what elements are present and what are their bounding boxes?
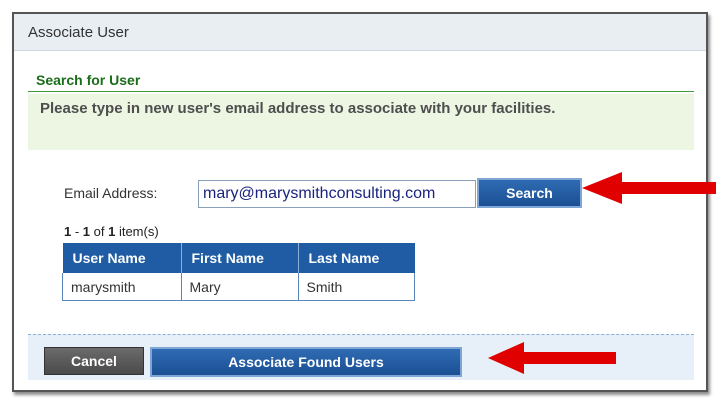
search-button[interactable]: Search bbox=[477, 178, 582, 208]
column-header-first-name[interactable]: First Name bbox=[181, 243, 299, 273]
cell-first-name: Mary bbox=[180, 273, 299, 301]
column-header-last-name[interactable]: Last Name bbox=[298, 243, 415, 273]
of-text: of bbox=[90, 224, 109, 239]
table-row[interactable]: marysmith Mary Smith bbox=[62, 273, 415, 301]
cell-last-name: Smith bbox=[297, 273, 415, 301]
items-suffix: item(s) bbox=[115, 224, 159, 239]
result-count: 1 - 1 of 1 item(s) bbox=[64, 224, 159, 239]
column-header-user-name[interactable]: User Name bbox=[62, 243, 182, 273]
arrow-left-icon bbox=[582, 172, 716, 204]
results-table: User Name First Name Last Name marysmith… bbox=[62, 243, 415, 301]
cell-user-name: marysmith bbox=[62, 273, 182, 301]
email-field[interactable] bbox=[198, 180, 476, 208]
dialog-title: Associate User bbox=[28, 23, 129, 41]
section-header: Search for User bbox=[28, 68, 694, 92]
dialog-title-bar: Associate User bbox=[14, 14, 706, 51]
range-separator: - bbox=[71, 224, 83, 239]
cancel-button[interactable]: Cancel bbox=[44, 347, 144, 375]
range-end: 1 bbox=[82, 224, 91, 239]
instruction-box: Please type in new user's email address … bbox=[28, 94, 694, 150]
arrow-left-icon bbox=[488, 342, 616, 374]
associate-found-users-button[interactable]: Associate Found Users bbox=[150, 347, 462, 377]
instruction-text: Please type in new user's email address … bbox=[40, 100, 556, 117]
section-title: Search for User bbox=[36, 71, 141, 88]
table-header-row: User Name First Name Last Name bbox=[62, 243, 415, 273]
email-label: Email Address: bbox=[64, 185, 158, 201]
